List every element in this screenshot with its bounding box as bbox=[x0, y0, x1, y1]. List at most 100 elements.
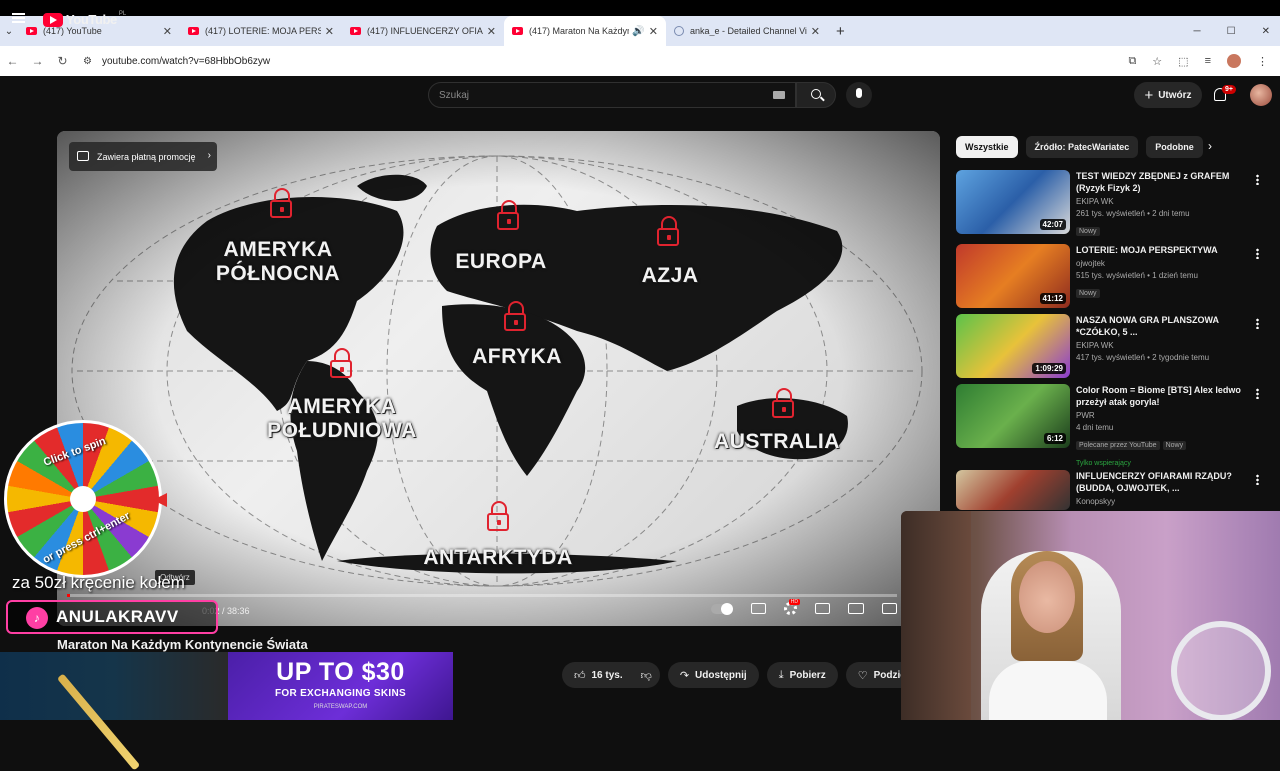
profile-avatar-icon[interactable] bbox=[1227, 54, 1241, 68]
browser-tab-5[interactable]: anka_e - Detailed Channel View ✕ bbox=[666, 16, 828, 46]
more-options-icon[interactable] bbox=[1256, 388, 1259, 399]
duration-badge: 41:12 bbox=[1039, 293, 1066, 304]
recommendation-title[interactable]: LOTERIE: MOJA PERSPEKTYWA bbox=[1076, 244, 1256, 256]
close-tab-icon[interactable]: ✕ bbox=[163, 25, 172, 38]
video-thumbnail[interactable]: 41:12 bbox=[956, 244, 1070, 308]
lock-icon bbox=[270, 188, 292, 218]
paid-promotion-icon bbox=[77, 151, 89, 161]
sponsor-ad-banner: UP TO $30 FOR EXCHANGING SKINS PIRATESWA… bbox=[228, 652, 453, 720]
browser-tab-4-active[interactable]: (417) Maraton Na Każdym K 🔊 ✕ bbox=[504, 16, 666, 46]
create-button[interactable]: + Utwórz bbox=[1134, 82, 1202, 108]
account-avatar[interactable] bbox=[1250, 84, 1272, 106]
video-thumbnail[interactable]: 6:12 bbox=[956, 384, 1070, 448]
lock-icon bbox=[504, 301, 526, 331]
forward-arrow-icon[interactable]: → bbox=[25, 54, 50, 68]
channel-name[interactable]: EKIPA WK bbox=[1076, 340, 1256, 352]
browser-tab-3[interactable]: (417) INFLUENCERZY OFIARAMI ✕ bbox=[342, 16, 504, 46]
wheel-pointer-icon bbox=[153, 493, 167, 507]
chevron-right-icon[interactable]: › bbox=[1208, 139, 1212, 153]
streamer-shirt bbox=[989, 661, 1107, 720]
media-controls-icon[interactable]: ≡ bbox=[1205, 55, 1211, 67]
miniplayer-icon[interactable] bbox=[815, 603, 830, 614]
youtube-favicon-icon bbox=[512, 27, 523, 35]
video-thumbnail[interactable] bbox=[956, 470, 1070, 510]
more-options-icon[interactable] bbox=[1256, 318, 1259, 329]
more-options-icon[interactable] bbox=[1256, 174, 1259, 185]
download-icon: ⤓ bbox=[778, 668, 784, 681]
extensions-puzzle-icon[interactable]: ⬚ bbox=[1178, 55, 1188, 68]
channel-name[interactable]: Konopskyy bbox=[1076, 496, 1256, 508]
tab-title: (417) INFLUENCERZY OFIARAMI bbox=[367, 26, 483, 36]
close-tab-icon[interactable]: ✕ bbox=[649, 25, 658, 38]
settings-gear-icon[interactable]: HD bbox=[784, 599, 800, 615]
streamer-face bbox=[1019, 561, 1075, 633]
video-thumbnail[interactable]: 1:09:29 bbox=[956, 314, 1070, 378]
duration-badge: 6:12 bbox=[1043, 433, 1066, 444]
browser-menu-icon[interactable]: ⋮ bbox=[1257, 55, 1268, 68]
browser-tab-2[interactable]: (417) LOTERIE: MOJA PERSPEKTYWA ✕ bbox=[180, 16, 342, 46]
chip-source[interactable]: Źródło: PatecWariatec bbox=[1025, 136, 1139, 158]
close-tab-icon[interactable]: ✕ bbox=[487, 25, 496, 38]
paid-promotion-label[interactable]: Zawiera płatną promocję › bbox=[69, 142, 217, 171]
view-stats: 4 dni temu bbox=[1076, 423, 1114, 432]
autoplay-toggle-icon[interactable] bbox=[711, 602, 733, 615]
new-tab-plus-icon[interactable]: + bbox=[836, 23, 845, 40]
maximize-icon[interactable]: ☐ bbox=[1227, 26, 1236, 37]
url-field[interactable]: ⚙ youtube.com/watch?v=68HbbOb6zyw bbox=[83, 56, 1128, 67]
hd-badge: HD bbox=[788, 599, 800, 605]
voice-search-button[interactable] bbox=[846, 82, 872, 108]
like-button[interactable]: 👍︎ 16 tys. 👎︎ bbox=[562, 662, 660, 688]
recommendation-title[interactable]: TEST WIEDZY ZBĘDNEJ z GRAFEM (Ryzyk Fizy… bbox=[1076, 170, 1256, 194]
search-input[interactable]: Szukaj bbox=[428, 82, 796, 108]
recommendation-item[interactable]: 1:09:29 NASZA NOWA GRA PLANSZOWA *CZÓŁKO… bbox=[956, 314, 1271, 378]
chip-all[interactable]: Wszystkie bbox=[956, 136, 1018, 158]
close-window-icon[interactable]: ✕ bbox=[1262, 26, 1270, 37]
download-button[interactable]: ⤓ Pobierz bbox=[766, 662, 838, 688]
minimize-icon[interactable]: ─ bbox=[1194, 26, 1201, 37]
recommendation-meta: LOTERIE: MOJA PERSPEKTYWA ojwojtek 515 t… bbox=[1076, 244, 1256, 308]
cast-icon[interactable] bbox=[882, 603, 897, 614]
back-arrow-icon[interactable]: ← bbox=[0, 54, 25, 68]
youtube-logo[interactable]: YouTube PL bbox=[43, 11, 126, 27]
duration-badge: 1:09:29 bbox=[1032, 363, 1066, 374]
youtube-play-logo-icon bbox=[43, 12, 63, 27]
keyboard-icon[interactable] bbox=[773, 91, 785, 99]
promo-text: Zawiera płatną promocję bbox=[97, 151, 196, 162]
thumbs-up-icon: 👍︎ bbox=[574, 669, 586, 682]
hamburger-menu-icon[interactable] bbox=[12, 13, 25, 23]
reload-icon[interactable]: ↻ bbox=[50, 54, 75, 68]
video-thumbnail[interactable]: 42:07 bbox=[956, 170, 1070, 234]
recommendation-title[interactable]: INFLUENCERZY OFIARAMI RZĄDU? (BUDDA, OJW… bbox=[1076, 470, 1256, 494]
recommendation-meta: Color Room = Biome [BTS] Alex ledwo prze… bbox=[1076, 384, 1256, 470]
install-app-icon[interactable]: ⧉ bbox=[1128, 55, 1136, 68]
video-progress-bar[interactable] bbox=[67, 594, 897, 597]
theater-mode-icon[interactable] bbox=[848, 603, 864, 614]
tiktok-handle: ANULAKRAVV bbox=[56, 607, 179, 626]
screen-top-edge bbox=[0, 0, 1280, 16]
recommendation-item[interactable]: INFLUENCERZY OFIARAMI RZĄDU? (BUDDA, OJW… bbox=[956, 470, 1271, 510]
close-tab-icon[interactable]: ✕ bbox=[325, 25, 334, 38]
close-tab-icon[interactable]: ✕ bbox=[811, 25, 820, 38]
channel-name[interactable]: ojwojtek bbox=[1076, 258, 1256, 270]
chip-similar[interactable]: Podobne bbox=[1146, 136, 1203, 158]
channel-name[interactable]: PWR bbox=[1076, 410, 1256, 422]
speaker-icon[interactable]: 🔊 bbox=[632, 26, 644, 37]
search-button[interactable] bbox=[796, 82, 836, 108]
channel-name[interactable]: EKIPA WK bbox=[1076, 196, 1256, 208]
share-button[interactable]: ↷ Udostępnij bbox=[667, 662, 759, 688]
thumbs-down-icon[interactable]: 👎︎ bbox=[641, 669, 652, 682]
recommendation-item[interactable]: 6:12 Color Room = Biome [BTS] Alex ledwo… bbox=[956, 384, 1271, 470]
lock-icon bbox=[657, 216, 679, 246]
tab-search-chevron-icon[interactable]: ⌄ bbox=[0, 26, 18, 37]
recommendation-title[interactable]: NASZA NOWA GRA PLANSZOWA *CZÓŁKO, 5 ... bbox=[1076, 314, 1256, 338]
site-info-icon[interactable]: ⚙ bbox=[83, 56, 92, 67]
more-options-icon[interactable] bbox=[1256, 474, 1259, 485]
more-options-icon[interactable] bbox=[1256, 248, 1259, 259]
recommendation-title[interactable]: Color Room = Biome [BTS] Alex ledwo prze… bbox=[1076, 384, 1256, 408]
lock-icon bbox=[497, 200, 519, 230]
subtitles-icon[interactable] bbox=[751, 603, 766, 614]
bookmark-star-icon[interactable]: ☆ bbox=[1152, 55, 1162, 68]
video-title: Maraton Na Każdym Kontynencie Świata bbox=[57, 637, 308, 652]
recommendation-item[interactable]: 41:12 LOTERIE: MOJA PERSPEKTYWA ojwojtek… bbox=[956, 244, 1271, 308]
recommendation-item[interactable]: 42:07 TEST WIEDZY ZBĘDNEJ z GRAFEM (Ryzy… bbox=[956, 170, 1271, 238]
